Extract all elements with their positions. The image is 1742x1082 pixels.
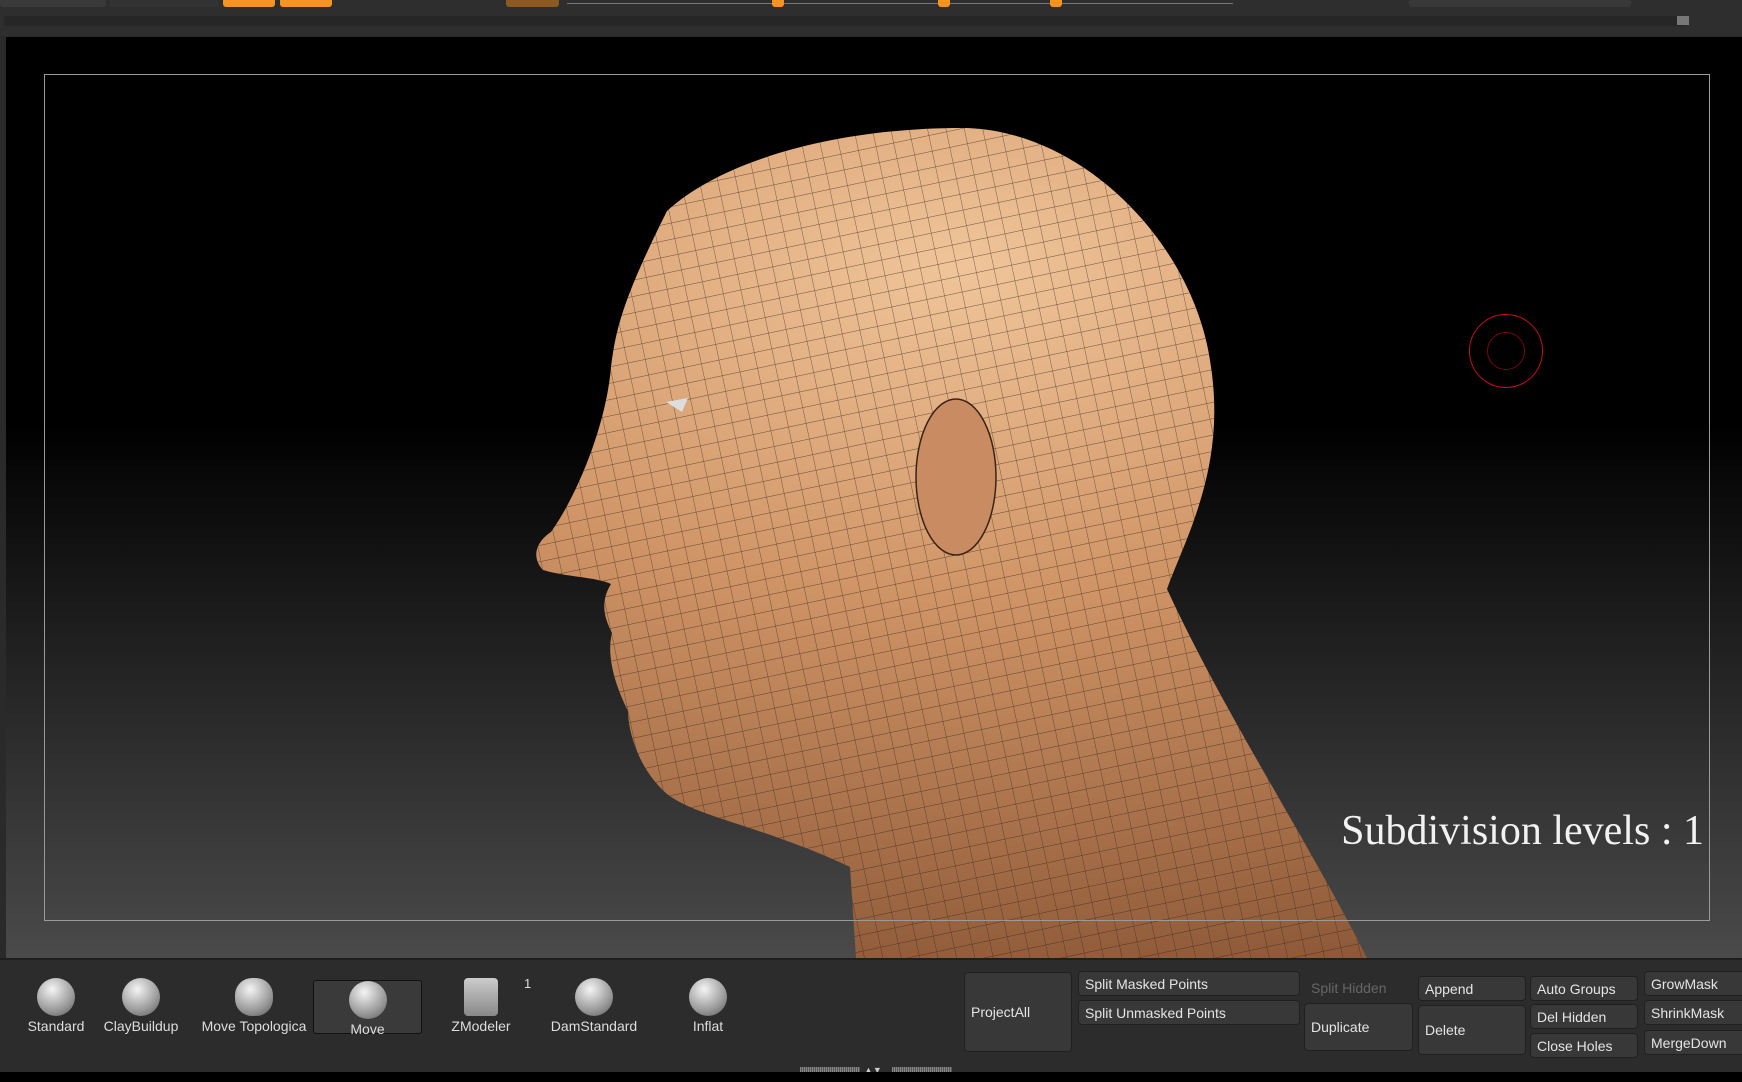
slider-thumb[interactable] (1050, 0, 1062, 7)
auto-groups-button[interactable]: Auto Groups (1530, 976, 1638, 1001)
claybuildup-brush-icon (122, 978, 160, 1016)
brush-label: Inflat (692, 1018, 724, 1034)
brush-damstandard[interactable]: DamStandard (544, 978, 644, 1036)
brush-claybuildup[interactable]: ClayBuildup (96, 978, 186, 1036)
brush-inflat[interactable]: Inflat (664, 978, 752, 1036)
damstandard-brush-icon (575, 978, 613, 1016)
del-hidden-button[interactable]: Del Hidden (1530, 1004, 1638, 1029)
toolbar-toggle-active[interactable] (280, 0, 332, 7)
append-button[interactable]: Append (1418, 976, 1526, 1001)
delete-button[interactable]: Delete (1418, 1005, 1526, 1055)
close-holes-button[interactable]: Close Holes (1530, 1033, 1638, 1058)
brush-label: Move (350, 1021, 385, 1037)
tray-strip (4, 16, 1684, 26)
brush-zmodeler[interactable]: ZModeler 1 (436, 976, 531, 1036)
slider-thumb[interactable] (938, 0, 950, 7)
brush-count-badge: 1 (524, 976, 532, 991)
move-brush-icon (348, 981, 387, 1019)
top-toolbar (0, 0, 1742, 36)
toolbar-toggle[interactable] (506, 0, 559, 7)
split-unmasked-points-button[interactable]: Split Unmasked Points (1078, 1000, 1300, 1025)
toolbar-button[interactable] (0, 0, 106, 7)
merge-down-button[interactable]: MergeDown (1644, 1030, 1742, 1055)
brush-move-topological[interactable]: Move Topologica (196, 978, 312, 1036)
strip-handle[interactable] (1677, 16, 1689, 25)
bottom-edge (0, 1072, 1742, 1082)
zmodeler-brush-icon (464, 978, 498, 1016)
brush-label: DamStandard (550, 1018, 638, 1034)
canvas-viewport[interactable]: Subdivision levels : 1 (6, 37, 1742, 958)
standard-brush-icon (37, 978, 75, 1016)
brush-standard[interactable]: Standard (18, 978, 94, 1036)
brush-move-selected[interactable]: Move (313, 980, 422, 1037)
slider-thumb[interactable] (772, 0, 784, 7)
document-frame (44, 74, 1710, 921)
subdivision-levels-label: Subdivision levels : 1 (1341, 808, 1704, 854)
brush-label: ClayBuildup (103, 1018, 179, 1034)
bottom-shelf: Standard ClayBuildup Move Topologica Mov… (0, 958, 1742, 1082)
toolbar-button[interactable] (109, 0, 218, 7)
project-all-button[interactable]: ProjectAll (964, 972, 1072, 1052)
toolbar-toggle-active[interactable] (223, 0, 275, 7)
brush-label: Standard (27, 1018, 85, 1034)
slider-track (567, 3, 1233, 4)
grow-mask-button[interactable]: GrowMask (1644, 971, 1742, 996)
brush-cursor-icon (1469, 314, 1543, 388)
split-hidden-button[interactable]: Split Hidden (1304, 976, 1413, 999)
toolbar-field[interactable] (1409, 0, 1631, 7)
inflat-brush-icon (689, 978, 727, 1016)
move-topological-brush-icon (235, 978, 273, 1016)
brush-label: ZModeler (451, 1018, 511, 1034)
shrink-mask-button[interactable]: ShrinkMask (1644, 1000, 1742, 1025)
duplicate-button[interactable]: Duplicate (1304, 1003, 1413, 1051)
brush-label: Move Topologica (201, 1018, 307, 1034)
split-masked-points-button[interactable]: Split Masked Points (1078, 971, 1300, 996)
